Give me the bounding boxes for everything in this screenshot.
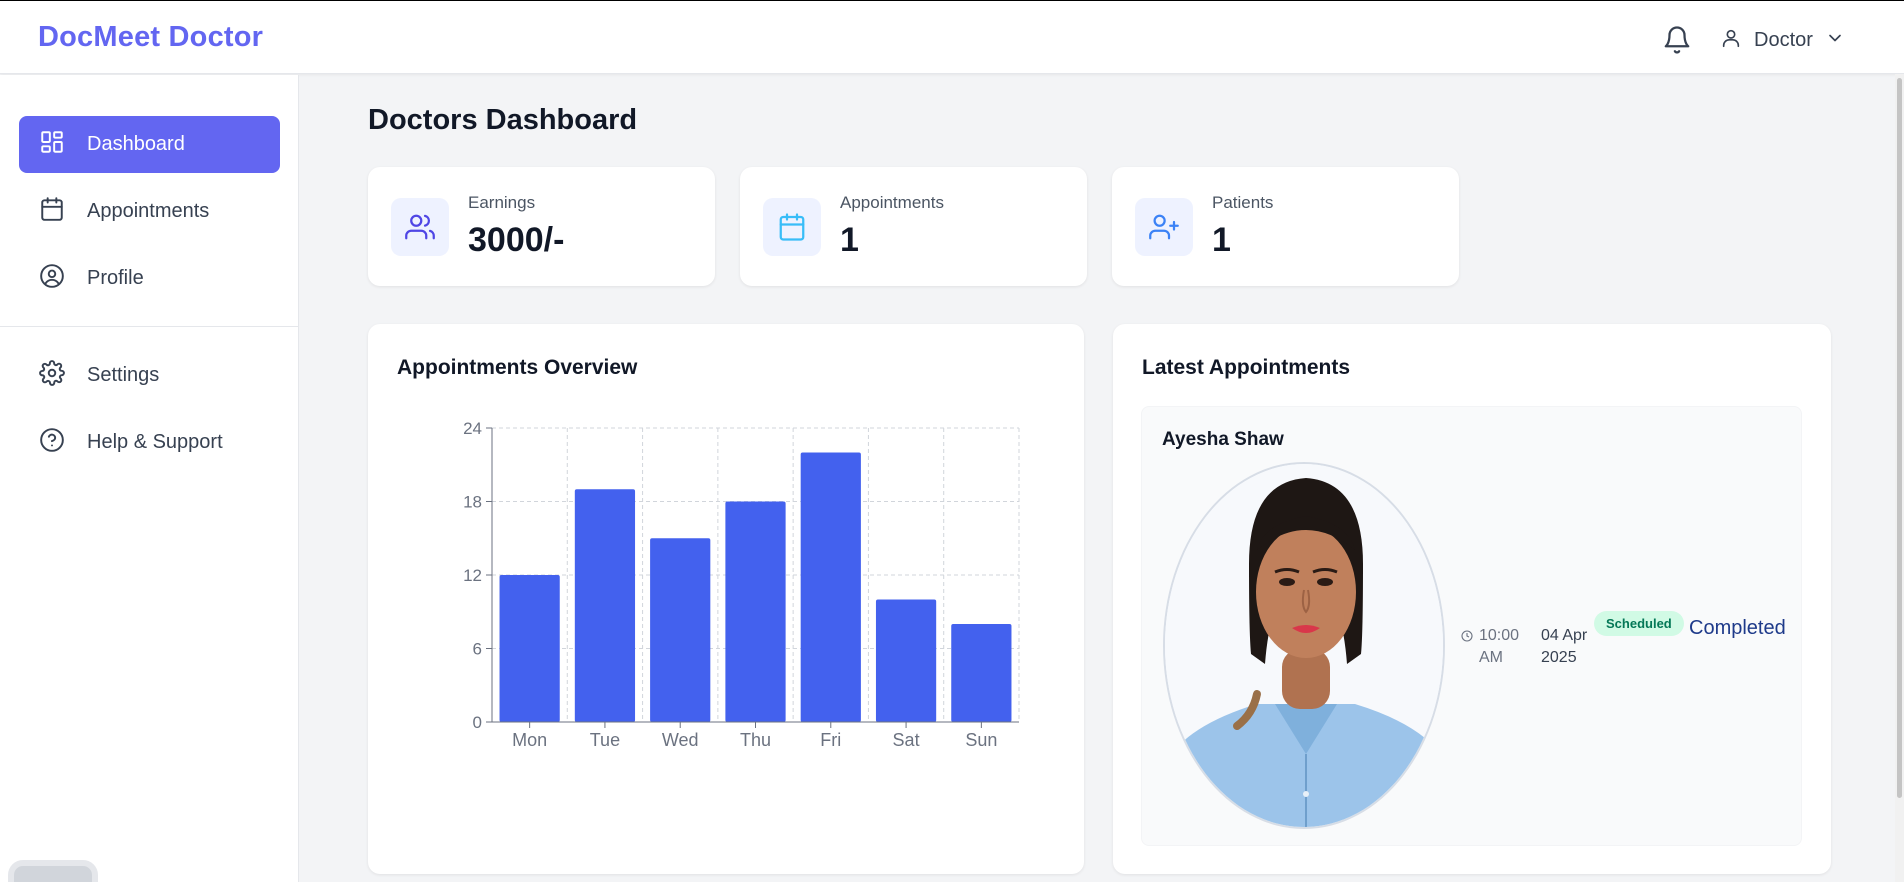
x-tick-label: Mon [512,730,547,750]
bar-sun [951,624,1012,722]
calendar-icon [39,196,65,228]
appointment-card[interactable]: Ayesha Shaw 10:00 AM 04 Apr 2025 Schedul… [1141,406,1802,846]
user-circle-icon [39,263,65,295]
top-bar: DocMeet Doctor Doctor [0,0,1904,74]
bar-fri [800,452,861,722]
user-name: Doctor [1754,28,1813,51]
stat-card-patients: Patients 1 [1112,167,1459,286]
appointment-date: 04 Apr 2025 [1541,625,1587,669]
gear-icon [39,359,65,392]
stat-label: Earnings [468,193,536,212]
chevron-down-icon [1825,28,1845,53]
sidebar-item-profile[interactable]: Profile [19,250,280,307]
patient-photo [1163,462,1445,829]
bar-tue [574,489,636,722]
x-tick-label: Tue [590,730,620,750]
bar-wed [650,538,711,722]
bell-icon[interactable] [1662,25,1692,55]
user-menu[interactable]: Doctor [1720,25,1845,55]
sidebar-item-help[interactable]: Help & Support [19,414,280,471]
patient-name: Ayesha Shaw [1162,429,1284,450]
stat-value: 1 [840,221,859,259]
sidebar-item-appointments[interactable]: Appointments [19,183,280,240]
y-tick-label: 12 [463,566,482,585]
page-scrollbar-thumb[interactable] [1897,78,1902,798]
sidebar-item-settings[interactable]: Settings [19,347,280,404]
bar-mon [499,575,560,722]
user-icon [1720,27,1742,54]
appointment-time: 10:00 AM [1461,625,1519,669]
chat-widget[interactable] [8,860,98,882]
sidebar: Dashboard Appointments Profile Settings … [0,75,299,882]
bar-thu [725,501,786,722]
y-tick-label: 0 [473,713,482,732]
stat-value: 1 [1212,221,1231,259]
bar-sat [875,599,937,722]
date-line2: 2025 [1541,649,1577,666]
sidebar-item-label: Appointments [87,200,210,222]
sidebar-item-label: Profile [87,267,144,289]
appointments-bar-chart: 0 6 12 18 24 Mon Tue Wed Thu Fri Sat Sun [463,419,1020,750]
help-circle-icon [39,427,65,459]
time-line2: AM [1479,649,1503,666]
sidebar-item-label: Settings [87,364,160,386]
x-tick-label: Wed [662,730,699,750]
x-tick-label: Sat [893,730,920,750]
y-tick-label: 18 [463,493,482,512]
panel-title: Appointments Overview [397,356,638,379]
y-tick-label: 6 [473,640,482,659]
sidebar-item-label: Dashboard [87,133,185,155]
page-title: Doctors Dashboard [368,104,638,136]
sidebar-divider [0,326,299,327]
stat-card-appointments: Appointments 1 [740,167,1087,286]
brand-logo[interactable]: DocMeet Doctor [38,21,263,54]
time-line1: 10:00 [1479,627,1520,644]
clock-icon [1461,629,1473,669]
panel-title: Latest Appointments [1142,356,1351,379]
status-badge: Scheduled [1594,611,1684,636]
x-tick-label: Fri [820,730,841,750]
mark-completed-link[interactable]: Completed [1689,617,1786,640]
users-icon [391,198,449,256]
sidebar-item-dashboard[interactable]: Dashboard [19,116,280,173]
stat-card-earnings: Earnings 3000/- [368,167,715,286]
stat-value: 3000/- [468,221,565,259]
sidebar-item-label: Help & Support [87,431,223,453]
stat-label: Appointments [840,193,944,212]
x-tick-label: Sun [965,730,997,750]
user-plus-icon [1135,198,1193,256]
date-line1: 04 Apr [1541,627,1588,644]
grid-icon [39,129,65,161]
x-tick-label: Thu [740,730,771,750]
y-tick-label: 24 [463,419,482,438]
stat-label: Patients [1212,193,1274,212]
calendar-icon [763,198,821,256]
